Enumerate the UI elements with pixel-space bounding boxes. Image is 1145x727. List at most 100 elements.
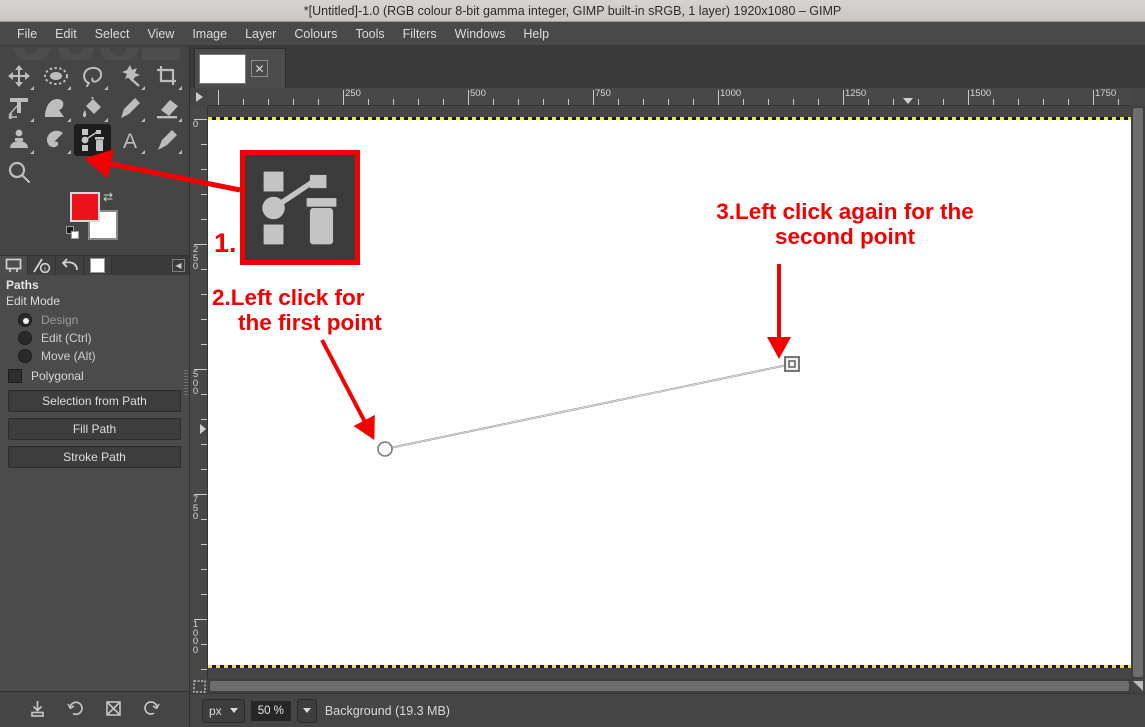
checkbox-icon xyxy=(8,369,22,383)
edit-mode-move-option[interactable]: Move (Alt) xyxy=(0,347,189,365)
device-status-tab[interactable]: i xyxy=(28,256,56,275)
move-tool[interactable] xyxy=(0,60,37,92)
tool-options-tab[interactable] xyxy=(0,256,28,275)
ruler-tick xyxy=(768,99,769,105)
ruler-tick xyxy=(618,99,619,105)
quick-mask-toggle[interactable] xyxy=(190,679,208,693)
dock-menu-icon[interactable]: ◀ xyxy=(172,259,185,272)
ruler-label: 1250 xyxy=(845,88,867,99)
dock-tab-strip: i ◀ xyxy=(0,255,189,275)
menu-edit[interactable]: Edit xyxy=(46,24,86,44)
ruler-tick xyxy=(201,519,207,520)
menu-filters[interactable]: Filters xyxy=(394,24,446,44)
panel-resize-grip[interactable] xyxy=(184,370,188,396)
tool-options-panel: Paths Edit Mode Design Edit (Ctrl) Move … xyxy=(0,275,189,691)
ruler-tick xyxy=(993,99,994,105)
first-path-anchor xyxy=(377,441,393,457)
ruler-tick xyxy=(693,99,694,105)
clone-tool[interactable] xyxy=(0,124,37,156)
colour-tab[interactable] xyxy=(84,256,112,275)
menu-select[interactable]: Select xyxy=(86,24,139,44)
zoom-dropdown-button[interactable] xyxy=(296,698,317,723)
unit-selector[interactable]: px xyxy=(202,698,245,723)
menu-help[interactable]: Help xyxy=(514,24,558,44)
ruler-position-marker xyxy=(903,98,913,104)
image-tab-strip: ✕ xyxy=(190,46,1145,88)
ruler-corner-topright xyxy=(1131,88,1145,106)
bucket-fill-tool[interactable] xyxy=(74,92,111,124)
close-icon[interactable]: ✕ xyxy=(251,60,268,77)
ruler-label: 1000 xyxy=(720,88,742,99)
ruler-origin-button[interactable] xyxy=(190,88,208,106)
paintbrush-tool[interactable] xyxy=(111,92,148,124)
ruler-tick xyxy=(918,99,919,105)
ruler-tick xyxy=(1118,99,1119,105)
selection-from-path-button[interactable]: Selection from Path xyxy=(8,390,181,412)
crop-tool[interactable] xyxy=(148,60,185,92)
menu-tools[interactable]: Tools xyxy=(346,24,393,44)
text-tool[interactable]: A xyxy=(111,124,148,156)
zoom-tool[interactable] xyxy=(0,156,37,188)
edit-mode-edit-option[interactable]: Edit (Ctrl) xyxy=(0,329,189,347)
fill-path-button[interactable]: Fill Path xyxy=(8,418,181,440)
ruler-tick xyxy=(218,90,219,105)
colour-picker-tool[interactable] xyxy=(148,124,185,156)
ruler-tick xyxy=(368,99,369,105)
stroke-path-button[interactable]: Stroke Path xyxy=(8,446,181,468)
ruler-tick xyxy=(293,99,294,105)
status-text: Background (19.3 MB) xyxy=(324,703,450,718)
foreground-colour-swatch[interactable] xyxy=(70,192,100,222)
vertical-scrollbar[interactable] xyxy=(1131,106,1145,679)
undo-history-tab[interactable] xyxy=(56,256,84,275)
canvas-viewport[interactable] xyxy=(208,106,1131,679)
ruler-tick xyxy=(201,194,207,195)
vertical-ruler[interactable]: 0 250 500 750 1000 xyxy=(190,106,208,679)
ruler-tick xyxy=(201,544,207,545)
edit-mode-design-option[interactable]: Design xyxy=(0,311,189,329)
tool-options-title: Paths xyxy=(6,278,39,292)
horizontal-scrollbar[interactable] xyxy=(208,679,1131,693)
ruler-tick xyxy=(518,99,519,105)
tool-corner-marker xyxy=(30,150,34,154)
menu-image[interactable]: Image xyxy=(183,24,236,44)
untitled-image-tab[interactable]: ✕ xyxy=(194,48,286,88)
swap-colours-icon[interactable]: ⇄ xyxy=(103,190,113,204)
ruler-tick xyxy=(1043,99,1044,105)
eraser-tool[interactable] xyxy=(148,92,185,124)
free-select-tool[interactable] xyxy=(74,60,111,92)
menu-windows[interactable]: Windows xyxy=(446,24,515,44)
radio-icon xyxy=(18,349,32,363)
ruler-tick xyxy=(201,319,207,320)
zoom-value[interactable]: 50 % xyxy=(250,700,291,721)
horizontal-ruler[interactable]: 250 500 750 1000 1250 1500 1750 xyxy=(208,88,1131,106)
reset-icon[interactable] xyxy=(143,700,161,720)
chevron-down-icon xyxy=(302,708,311,713)
radio-icon xyxy=(18,313,32,327)
fuzzy-select-tool[interactable] xyxy=(111,60,148,92)
reset-colours-icon[interactable] xyxy=(66,226,80,240)
ruler-tick xyxy=(201,294,207,295)
ruler-tick xyxy=(201,669,207,670)
ellipse-select-tool[interactable] xyxy=(37,60,74,92)
polygonal-checkbox-row[interactable]: Polygonal xyxy=(0,365,189,387)
menu-file[interactable]: File xyxy=(8,24,46,44)
menu-view[interactable]: View xyxy=(138,24,183,44)
ruler-tick xyxy=(493,99,494,105)
menu-colours[interactable]: Colours xyxy=(285,24,346,44)
unified-transform-tool[interactable] xyxy=(0,92,37,124)
navigation-preview-button[interactable] xyxy=(1131,679,1145,693)
save-icon[interactable] xyxy=(29,700,46,720)
menu-layer[interactable]: Layer xyxy=(236,24,285,44)
smudge-tool[interactable] xyxy=(37,124,74,156)
tool-corner-marker xyxy=(30,86,34,90)
tool-corner-marker xyxy=(141,86,145,90)
restore-icon[interactable] xyxy=(67,700,84,720)
tool-corner-marker xyxy=(178,86,182,90)
radio-icon xyxy=(18,331,32,345)
paths-tool[interactable] xyxy=(74,124,111,156)
tool-corner-marker xyxy=(141,150,145,154)
window-title: *[Untitled]-1.0 (RGB colour 8-bit gamma … xyxy=(303,3,842,18)
colour-area: ⇄ xyxy=(0,188,189,244)
warp-transform-tool[interactable] xyxy=(37,92,74,124)
delete-icon[interactable] xyxy=(105,700,122,720)
